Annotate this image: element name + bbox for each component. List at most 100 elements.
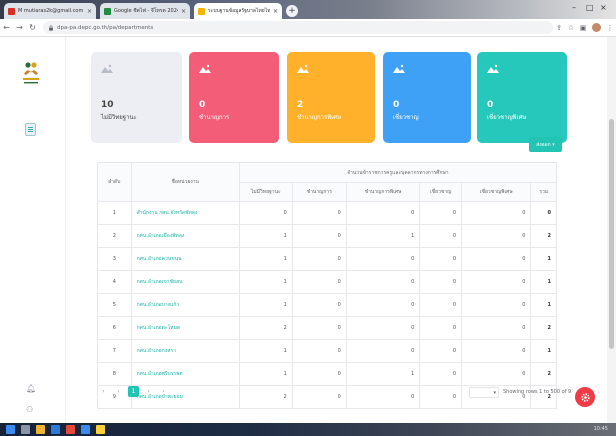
user-icon[interactable]: ⚇ <box>26 405 33 414</box>
col-header-total: รวม <box>530 182 557 202</box>
browser-tab-active[interactable]: ระบบฐานข้อมูลรัฐบาลไทยไทยไทย × <box>194 3 282 19</box>
url-text: dpa-pa.depc.go.th/pa/departments <box>57 24 154 31</box>
export-dropdown-button[interactable]: ส่งออก ▾ <box>529 137 562 152</box>
image-icon <box>199 64 211 73</box>
cell-count: 0 <box>419 201 463 225</box>
department-link[interactable]: กศน.อำเภอควนขนุน <box>130 247 240 271</box>
table-row: 6 กศน.อำเภอตะโหมด 2 0 0 0 0 2 <box>97 316 557 340</box>
back-icon[interactable]: ← <box>0 23 13 32</box>
last-page-button[interactable]: › <box>158 386 169 397</box>
profile-avatar[interactable] <box>592 23 601 32</box>
url-input[interactable]: dpa-pa.depc.go.th/pa/departments <box>43 21 553 34</box>
cell-count: 0 <box>291 362 347 386</box>
app-icon[interactable] <box>81 425 90 434</box>
cell-count: 0 <box>461 293 532 317</box>
close-tab-icon[interactable]: × <box>181 8 186 15</box>
cell-count: 1 <box>238 247 293 271</box>
minimize-icon[interactable]: – <box>572 3 576 12</box>
extensions-icon[interactable]: ▣ <box>577 24 589 32</box>
cell-count: 0 <box>345 316 421 340</box>
tab-title: ระบบฐานข้อมูลรัฐบาลไทยไทยไทย <box>208 8 270 14</box>
department-link[interactable]: กศน.อำเภอศรีบรรพต <box>130 362 240 386</box>
cell-count: 1 <box>238 270 293 294</box>
share-icon[interactable]: ⇪ <box>553 24 565 32</box>
settings-fab-button[interactable] <box>575 387 595 407</box>
card-label: เชี่ยวชาญพิเศษ <box>487 114 527 121</box>
close-window-icon[interactable]: × <box>600 3 607 12</box>
cell-count: 0 <box>419 270 463 294</box>
cell-count: 0 <box>461 201 532 225</box>
sidebar-report-icon[interactable] <box>25 123 36 136</box>
page-1-button[interactable]: 1 <box>128 386 139 397</box>
col-header-professional: ชำนาญการ <box>291 182 347 202</box>
col-header-name: ชื่อหน่วยงาน <box>130 162 240 202</box>
browser-menu-icon[interactable]: ⋮ <box>604 24 616 32</box>
row-index: 7 <box>97 339 132 363</box>
image-icon <box>101 64 113 73</box>
card-label: ไม่มีวิทยฐานะ <box>101 114 137 121</box>
cell-count: 0 <box>291 385 347 409</box>
bookmark-star-icon[interactable]: ☆ <box>565 24 577 32</box>
page-scrollbar[interactable] <box>607 37 616 423</box>
close-tab-icon[interactable]: × <box>87 8 92 15</box>
cell-count: 0 <box>345 270 421 294</box>
cell-count: 0 <box>461 362 532 386</box>
col-header-senior-professional: ชำนาญการพิเศษ <box>345 182 421 202</box>
cell-count: 0 <box>345 385 421 409</box>
card-label: ชำนาญการ <box>199 114 230 121</box>
app-icon[interactable] <box>66 425 75 434</box>
browser-tab-strip: M mutiaras2k@gmail.com ไม่ได้ถ... × Goog… <box>0 0 616 19</box>
row-total: 1 <box>530 339 557 363</box>
department-link[interactable]: กศน.อำเภอกงหรา <box>130 339 240 363</box>
card-value: 0 <box>487 100 494 110</box>
gear-icon <box>580 392 590 402</box>
search-icon[interactable] <box>21 425 30 434</box>
reload-icon[interactable]: ↻ <box>26 23 39 32</box>
tab-title: M mutiaras2k@gmail.com ไม่ได้ถ... <box>18 8 84 14</box>
table-row: 2 กศน.อำเภอเมืองพัทลุง 1 0 1 0 0 2 <box>97 224 557 248</box>
address-bar: ← → ↻ dpa-pa.depc.go.th/pa/departments ⇪… <box>0 19 616 37</box>
cell-count: 0 <box>291 247 347 271</box>
new-tab-button[interactable]: + <box>286 5 298 17</box>
image-icon <box>393 64 405 73</box>
browser-tab-sheets[interactable]: Google ชีตไฟ - จีโทรต 2024 × <box>100 3 190 19</box>
cell-count: 0 <box>291 293 347 317</box>
page-content: 🔔︎ ⚇ 10 ไม่มีวิทยฐานะ 0 ชำนาญการ 2 ชำนาญ… <box>0 37 616 423</box>
cell-count: 0 <box>419 362 463 386</box>
forward-icon[interactable]: → <box>13 23 26 32</box>
cell-count: 0 <box>419 339 463 363</box>
card-value: 2 <box>297 100 304 110</box>
cell-count: 1 <box>345 362 421 386</box>
row-total: 0 <box>530 201 557 225</box>
next-page-button[interactable]: › <box>143 386 154 397</box>
department-link[interactable]: สำนักงาน กศน.จังหวัดพัทลุง <box>130 201 240 225</box>
card-value: 10 <box>101 100 114 110</box>
department-link[interactable]: กศน.อำเภอเขาชัยสน <box>130 270 240 294</box>
site-logo[interactable] <box>20 61 42 87</box>
browser-tab-gmail[interactable]: M mutiaras2k@gmail.com ไม่ได้ถ... × <box>4 3 96 19</box>
col-header-none: ไม่มีวิทยฐานะ <box>238 182 293 202</box>
cell-count: 0 <box>461 247 532 271</box>
rows-per-page-select[interactable]: ▾ <box>469 387 499 398</box>
file-explorer-icon[interactable] <box>36 425 45 434</box>
bell-icon[interactable]: 🔔︎ <box>26 384 36 393</box>
cell-count: 0 <box>419 385 463 409</box>
close-tab-icon[interactable]: × <box>273 8 278 15</box>
cell-count: 1 <box>345 224 421 248</box>
prev-page-button[interactable]: ‹ <box>113 386 124 397</box>
department-link[interactable]: กศน.อำเภอเมืองพัทลุง <box>130 224 240 248</box>
table-row: 4 กศน.อำเภอเขาชัยสน 1 0 0 0 0 1 <box>97 270 557 294</box>
department-link[interactable]: กศน.อำเภอบางแก้ว <box>130 293 240 317</box>
cell-count: 0 <box>419 247 463 271</box>
scrollbar-thumb[interactable] <box>609 119 614 349</box>
department-link[interactable]: กศน.อำเภอตะโหมด <box>130 316 240 340</box>
chrome-icon[interactable] <box>96 425 105 434</box>
site-favicon-icon <box>198 7 205 15</box>
first-page-button[interactable]: ‹ <box>98 386 109 397</box>
word-icon[interactable] <box>51 425 60 434</box>
start-icon[interactable] <box>6 425 15 434</box>
cell-count: 0 <box>419 224 463 248</box>
row-total: 2 <box>530 316 557 340</box>
maximize-icon[interactable]: □ <box>586 3 594 12</box>
row-index: 6 <box>97 316 132 340</box>
